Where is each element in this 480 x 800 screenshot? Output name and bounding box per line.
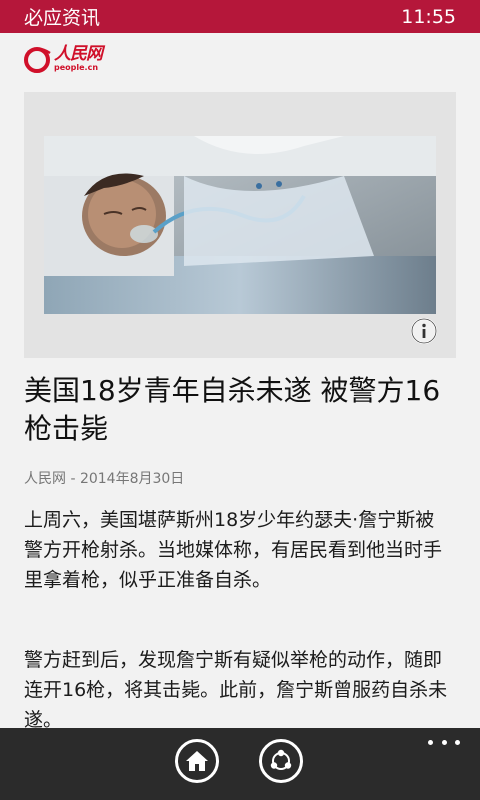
share-icon: [270, 749, 292, 770]
article-photo: [44, 136, 436, 314]
logo-name-cn: 人民网: [54, 44, 103, 64]
home-button[interactable]: [175, 739, 219, 783]
app-bar: [0, 728, 480, 800]
status-bar: 必应资讯 11:55: [0, 0, 480, 33]
clock: 11:55: [401, 5, 456, 28]
article-image-frame[interactable]: [24, 92, 456, 358]
share-button[interactable]: [259, 739, 303, 783]
publisher-logo: 人民网 people.cn: [24, 42, 103, 76]
meta-separator: -: [66, 471, 80, 487]
info-icon[interactable]: [410, 317, 438, 345]
article-paragraph: 警方赶到后，发现詹宁斯有疑似举枪的动作，随即连开16枪，将其击毙。此前，詹宁斯曾…: [24, 649, 448, 731]
people-logo-icon: [24, 47, 51, 73]
home-icon: [186, 751, 208, 771]
article-paragraph: 上周六，美国堪萨斯州18岁少年约瑟夫·詹宁斯被警方开枪射杀。当地媒体称，有居民看…: [24, 509, 443, 591]
article-date: 2014年8月30日: [79, 471, 185, 487]
more-dots-icon[interactable]: [428, 736, 460, 748]
logo-name-en: people.cn: [54, 63, 99, 72]
article-source: 人民网: [24, 471, 66, 487]
app-title: 必应资讯: [24, 7, 101, 29]
article-meta: 人民网 - 2014年8月30日: [24, 468, 184, 488]
article-headline: 美国18岁青年自杀未遂 被警方16枪击毙: [24, 374, 441, 445]
